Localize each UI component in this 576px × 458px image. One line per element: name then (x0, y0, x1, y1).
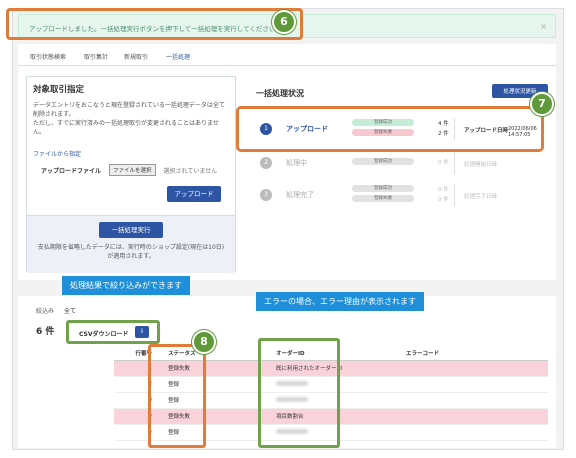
step-number: 2 (260, 157, 272, 169)
filter-select[interactable]: 全て (64, 306, 76, 315)
highlight-status-column (148, 344, 206, 448)
col-error-code: エラーコード (386, 346, 548, 361)
divider (454, 184, 455, 206)
tab-bar: 取引状態検索 取引集計 新規取引 一括処理 (18, 44, 556, 68)
target-spec-box: 対象取引指定 データエントリをおこなうと現在登録されている一括処理データは全て削… (26, 76, 236, 273)
step-complete: 3 処理完了 登録成功 登録失敗 0 件 0 件 処理完了日時 (256, 180, 548, 210)
csv-area: CSVダウンロード ⇩ (66, 320, 160, 344)
highlight-upload-step (236, 106, 544, 152)
close-icon[interactable]: × (540, 22, 547, 31)
start-date-label: 処理開始日時 (464, 162, 498, 168)
result-count: 6 件 (36, 327, 55, 337)
tab-summary[interactable]: 取引集計 (84, 52, 108, 61)
upload-button[interactable]: アップロード (167, 186, 221, 202)
file-select-button[interactable]: ファイルを選択 (109, 164, 156, 176)
pill-success: 登録成功 (352, 185, 414, 192)
badge-7: 7 (530, 92, 554, 116)
bulk-panel: 対象取引指定 データエントリをおこなうと現在登録されている一括処理データは全て削… (18, 66, 556, 280)
pill-fail: 登録失敗 (352, 195, 414, 202)
filter-label: 絞込み (36, 308, 55, 315)
target-desc: データエントリをおこなうと現在登録されている一括処理データは全て削除されます。 … (33, 102, 225, 136)
step-number: 3 (260, 189, 272, 201)
highlight-alert (6, 8, 303, 40)
step-label: 処理完了 (286, 191, 314, 199)
tab-new[interactable]: 新規取引 (124, 52, 148, 61)
badge-8: 8 (192, 330, 216, 354)
count-success: 0 件 (438, 187, 449, 193)
csv-label: CSVダウンロード (79, 331, 129, 338)
highlight-order-column (258, 338, 340, 448)
tooltip-error: エラーの場合、エラー理由が表示されます (256, 292, 424, 311)
file-none-text: 選択されていません (163, 167, 218, 175)
bulk-exec-button[interactable]: 一括処理実行 (99, 222, 163, 238)
step-label: 処理中 (286, 159, 307, 167)
count-fail: 0 件 (438, 197, 449, 203)
tab-search[interactable]: 取引状態検索 (30, 52, 66, 61)
tooltip-filter: 処理結果で絞り込みができます (62, 276, 190, 295)
download-icon[interactable]: ⇩ (135, 326, 149, 338)
file-link[interactable]: ファイルから指定 (33, 149, 229, 158)
count-success: 0 件 (438, 160, 449, 166)
badge-6: 6 (272, 10, 296, 34)
divider (454, 152, 455, 174)
exec-note: 支払期限を省略したデータには、実行時のショップ設定(現在は10日)が適用されます… (37, 244, 225, 260)
status-title: 一括処理状況 (256, 89, 304, 98)
end-date-label: 処理完了日時 (464, 194, 498, 200)
pill-success: 登録成功 (352, 158, 414, 165)
file-label: アップロードファイル (41, 167, 102, 175)
step-processing: 2 処理中 登録成功 0 件 処理開始日時 (256, 148, 548, 178)
target-title: 対象取引指定 (33, 85, 85, 95)
